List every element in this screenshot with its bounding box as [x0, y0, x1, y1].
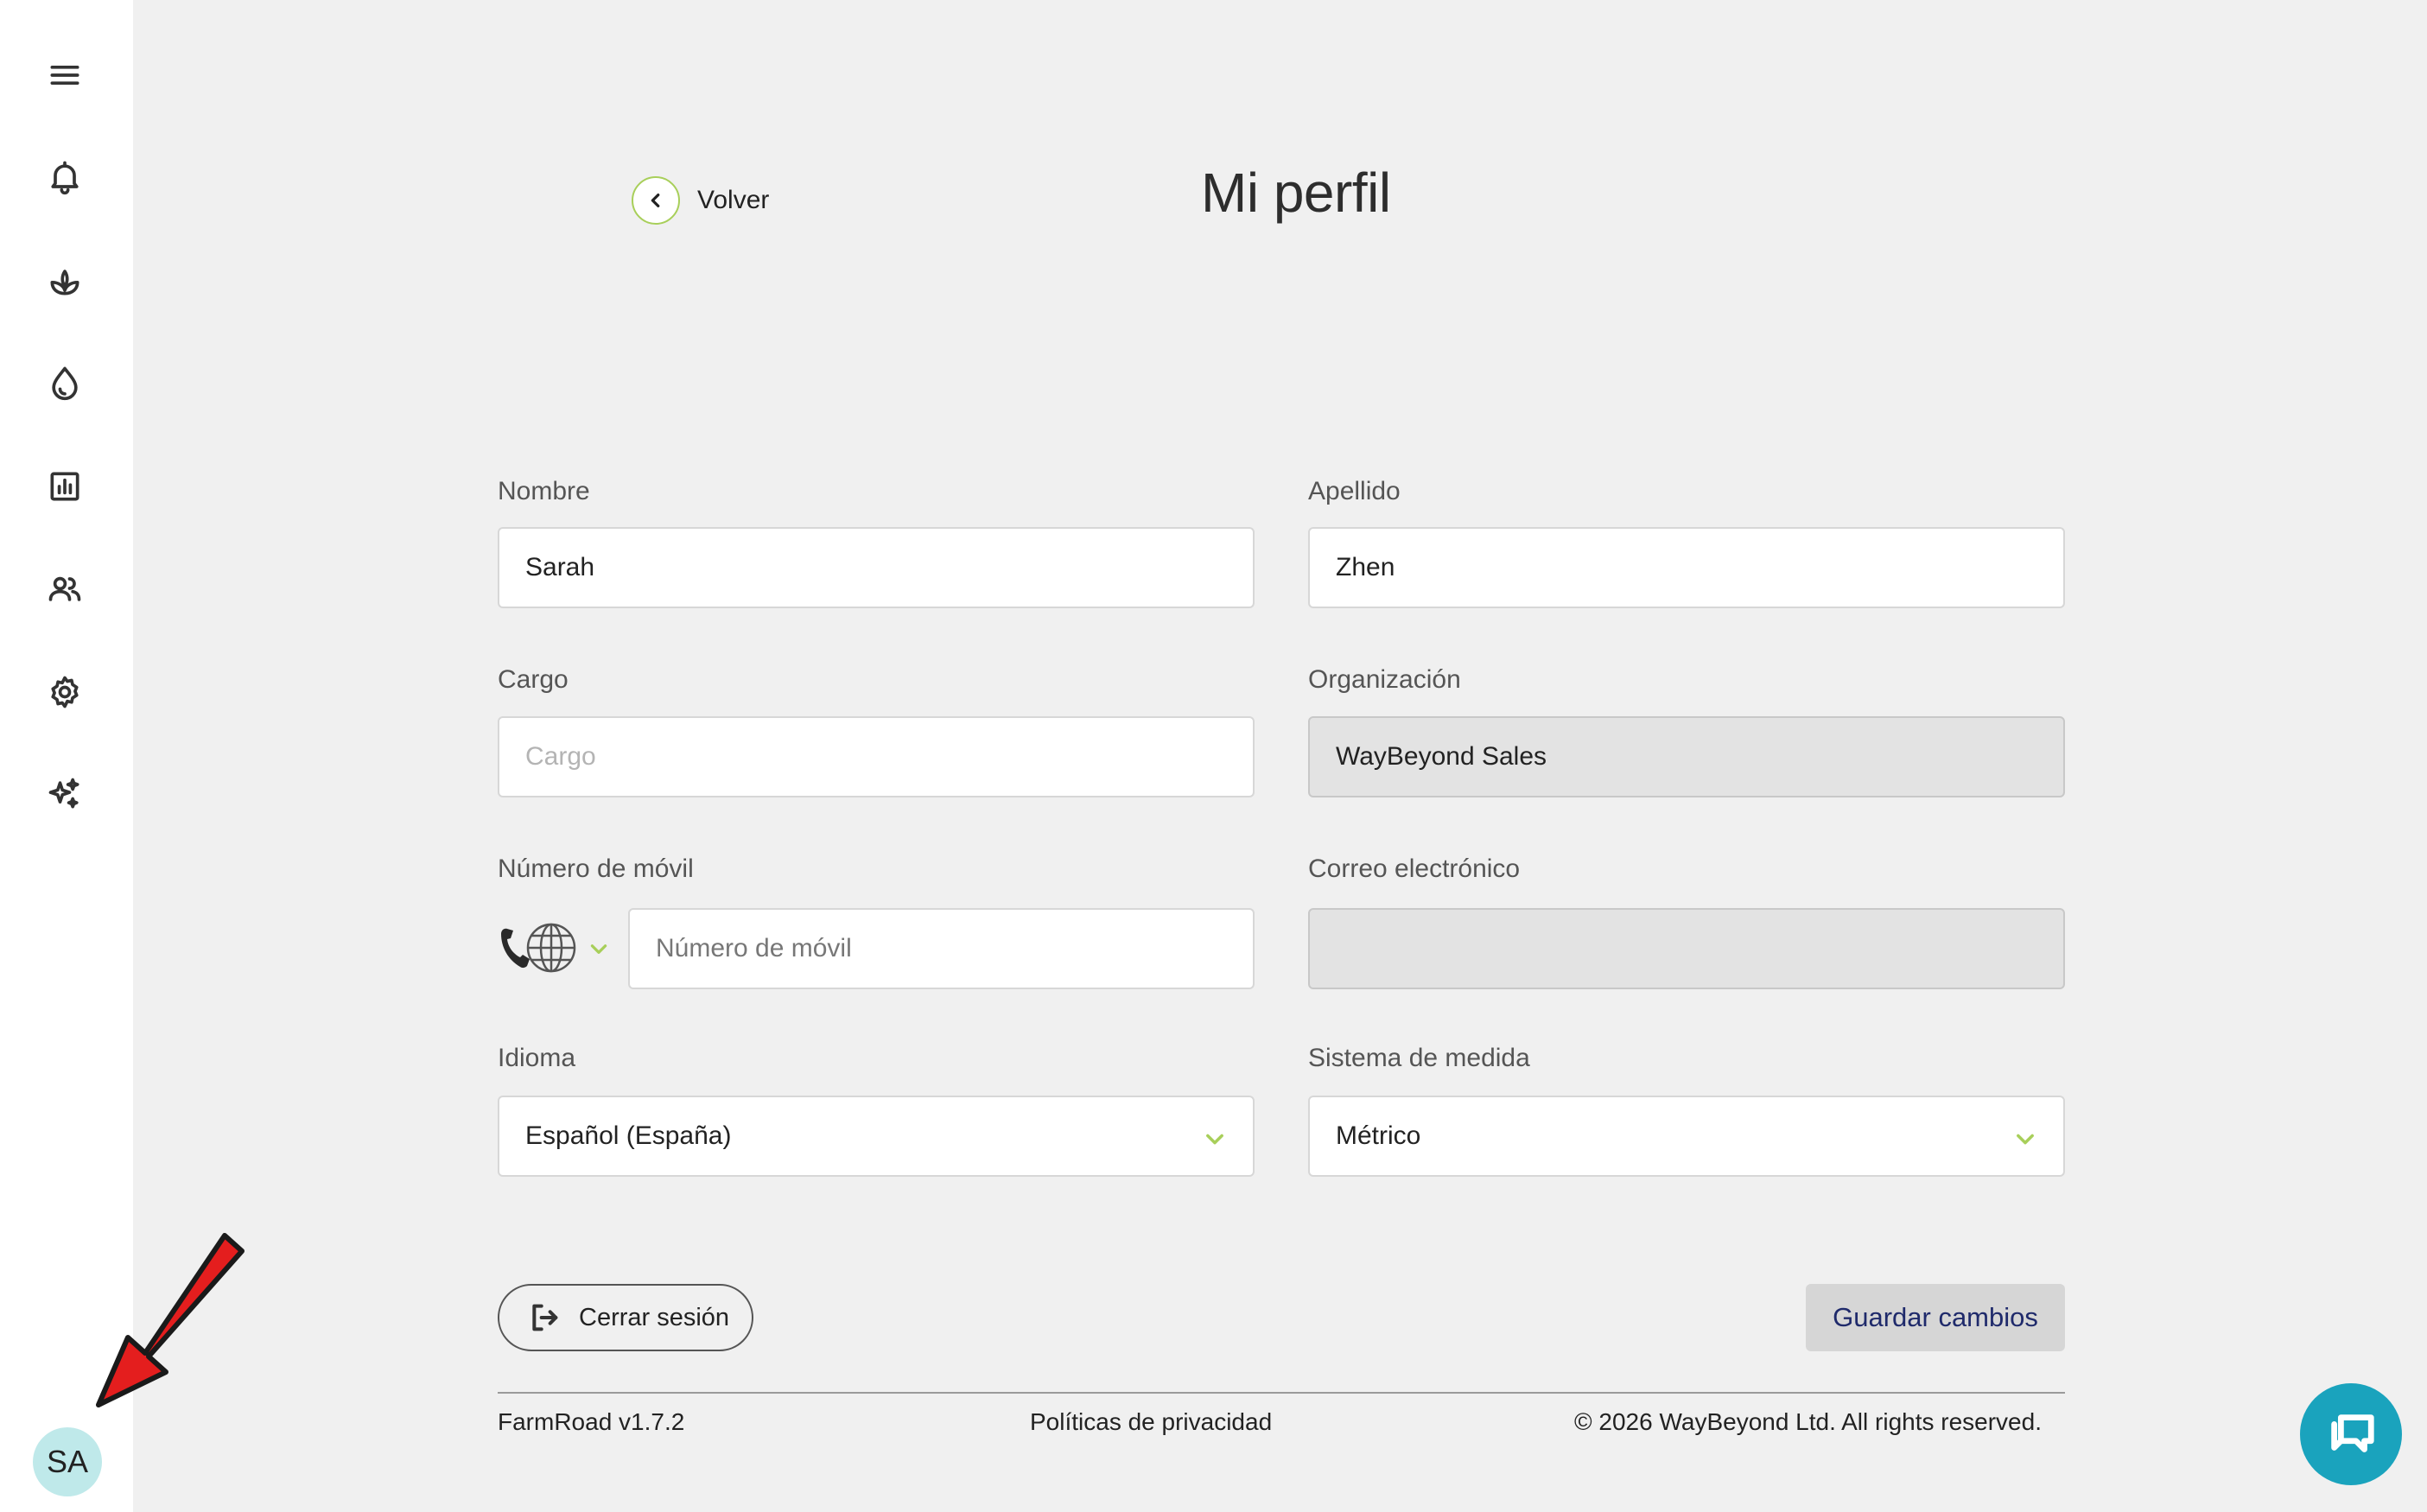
chevron-left-icon	[632, 176, 680, 225]
sparkles-icon[interactable]	[43, 772, 86, 816]
apellido-field[interactable]: Zhen	[1308, 527, 2065, 608]
nombre-field[interactable]: Sarah	[498, 527, 1255, 608]
chevron-down-icon	[588, 937, 610, 960]
movil-label: Número de móvil	[498, 854, 694, 883]
logout-label: Cerrar sesión	[579, 1303, 730, 1331]
app-version: FarmRoad v1.7.2	[498, 1408, 685, 1435]
movil-field[interactable]: Número de móvil	[628, 908, 1255, 989]
chart-icon[interactable]	[43, 465, 86, 508]
bell-icon[interactable]	[43, 156, 86, 199]
save-button[interactable]: Guardar cambios	[1806, 1284, 2065, 1351]
page-title: Mi perfil	[1201, 162, 1391, 224]
logout-button[interactable]: Cerrar sesión	[498, 1284, 753, 1351]
water-drop-icon[interactable]	[43, 361, 86, 404]
sistema-select[interactable]: Métrico	[1308, 1096, 2065, 1177]
users-icon[interactable]	[43, 567, 86, 610]
cargo-label: Cargo	[498, 665, 569, 694]
gear-icon[interactable]	[43, 670, 86, 714]
user-avatar[interactable]: SA	[33, 1427, 102, 1496]
idioma-value: Español (España)	[525, 1121, 732, 1150]
chat-button[interactable]	[2300, 1383, 2402, 1485]
organizacion-label: Organización	[1308, 665, 1461, 694]
chat-icon	[2331, 1414, 2374, 1452]
sistema-value: Métrico	[1336, 1121, 1421, 1150]
correo-label: Correo electrónico	[1308, 854, 1521, 883]
chevron-down-icon	[2013, 1127, 2037, 1151]
chevron-down-icon	[1203, 1127, 1227, 1151]
back-button[interactable]: Volver	[632, 176, 769, 225]
cargo-field[interactable]: Cargo	[498, 716, 1255, 797]
sistema-label: Sistema de medida	[1308, 1044, 1530, 1072]
organizacion-field: WayBeyond Sales	[1308, 716, 2065, 797]
idioma-label: Idioma	[498, 1044, 576, 1072]
footer-divider	[498, 1392, 2065, 1394]
menu-icon[interactable]	[43, 54, 86, 97]
nombre-label: Nombre	[498, 477, 590, 505]
privacy-link[interactable]: Políticas de privacidad	[1030, 1408, 1272, 1436]
correo-field	[1308, 908, 2065, 989]
country-code-picker[interactable]	[496, 914, 620, 983]
annotation-arrow	[96, 1233, 245, 1407]
phone-globe-icon	[501, 923, 576, 973]
back-label: Volver	[697, 186, 770, 214]
copyright: © 2026 WayBeyond Ltd. All rights reserve…	[1574, 1408, 2042, 1435]
sprout-icon[interactable]	[43, 259, 86, 302]
idioma-select[interactable]: Español (España)	[498, 1096, 1255, 1177]
apellido-label: Apellido	[1308, 477, 1401, 505]
logout-icon	[532, 1304, 558, 1331]
